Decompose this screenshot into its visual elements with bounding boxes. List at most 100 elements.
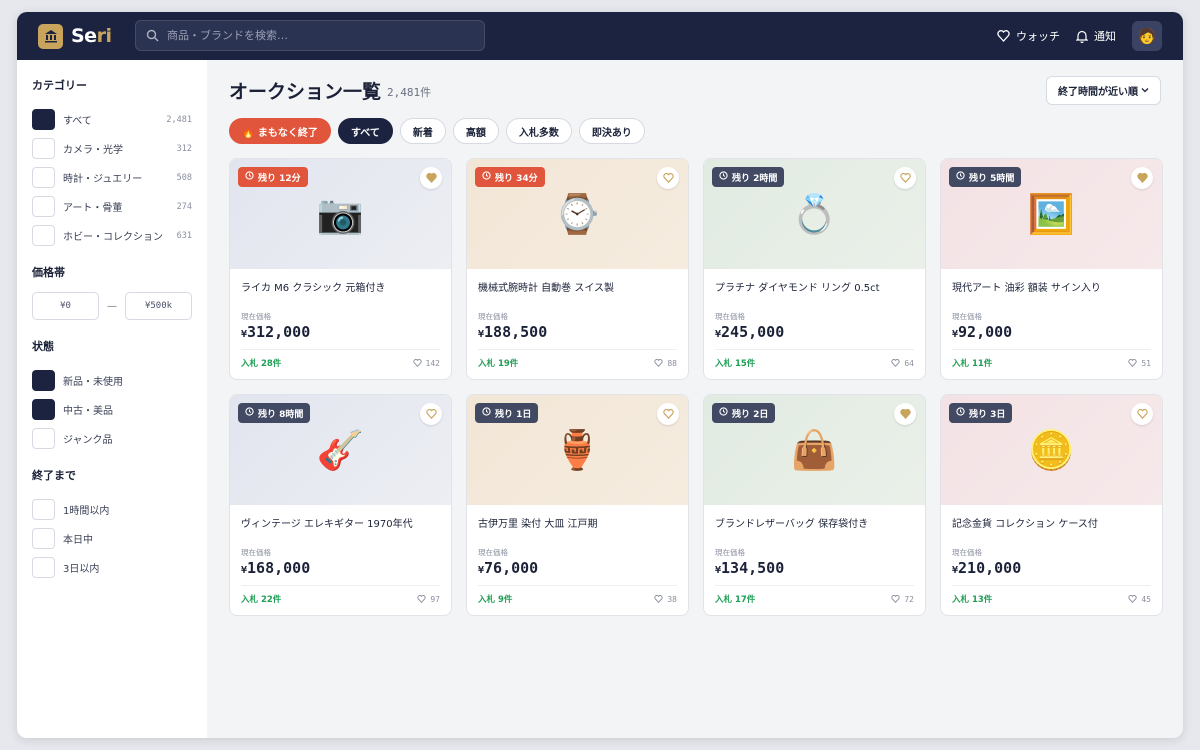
checkbox[interactable] xyxy=(32,428,55,449)
heart-icon xyxy=(899,173,911,183)
favorite-button[interactable] xyxy=(657,403,679,425)
condition-label: 新品・未使用 xyxy=(63,377,123,388)
auction-card[interactable]: 🎸 残り 8時間 ヴィンテージ エレキギター 1970年代 現在価格 ¥168,000 入… xyxy=(229,394,452,616)
condition-option[interactable]: 新品・未使用 xyxy=(32,366,192,395)
filter-chip[interactable]: 新着 xyxy=(399,118,446,144)
auction-card[interactable]: 👜 残り 2日 ブランドレザーバッグ 保存袋付き 現在価格 ¥134,500 入札 17件… xyxy=(703,394,926,616)
watchlist-link[interactable]: ウォッチ xyxy=(997,28,1060,44)
favorite-button[interactable] xyxy=(1131,167,1153,189)
heart-icon xyxy=(1128,595,1138,603)
item-title[interactable]: 現代アート 油彩 額装 サイン入り xyxy=(952,279,1151,309)
item-emoji: 💍 xyxy=(790,191,839,236)
clock-icon xyxy=(719,407,728,419)
checkbox[interactable] xyxy=(32,225,55,246)
category-option[interactable]: すべて 2,481 xyxy=(32,105,192,134)
condition-option[interactable]: 中古・美品 xyxy=(32,395,192,424)
auction-card[interactable]: 🖼️ 残り 5時間 現代アート 油彩 額装 サイン入り 現在価格 ¥92,000 入札 1… xyxy=(940,158,1163,380)
checkbox[interactable] xyxy=(32,196,55,217)
price-label: 現在価格 xyxy=(241,548,271,557)
auction-card[interactable]: 📷 残り 12分 ライカ M6 クラシック 元箱付き 現在価格 ¥312,000 入札 2… xyxy=(229,158,452,380)
category-option[interactable]: 時計・ジュエリー 508 xyxy=(32,163,192,192)
watcher-count: 64 xyxy=(891,359,914,368)
category-option[interactable]: ホビー・コレクション 631 xyxy=(32,221,192,250)
item-image[interactable]: 🎸 残り 8時間 xyxy=(230,395,451,505)
auction-card[interactable]: 🏺 残り 1日 古伊万里 染付 大皿 江戸期 現在価格 ¥76,000 入札 9件 38 xyxy=(466,394,689,616)
filter-chip[interactable]: すべて xyxy=(337,118,393,144)
checkbox[interactable] xyxy=(32,138,55,159)
item-title[interactable]: ヴィンテージ エレキギター 1970年代 xyxy=(241,515,440,545)
auction-card[interactable]: 🪙 残り 3日 記念金貨 コレクション ケース付 現在価格 ¥210,000 入札 13件… xyxy=(940,394,1163,616)
logo[interactable]: Seri xyxy=(38,23,112,49)
favorite-button[interactable] xyxy=(1131,403,1153,425)
filter-chip[interactable]: 入札多数 xyxy=(505,118,572,144)
bid-count: 入札 15件 xyxy=(715,359,756,369)
filter-chip[interactable]: 🔥 まもなく終了 xyxy=(229,118,331,144)
filter-chip[interactable]: 即決あり xyxy=(578,118,645,144)
card-footer: 入札 11件 51 xyxy=(952,350,1151,376)
ending-label: 3日以内 xyxy=(63,564,100,575)
auction-card[interactable]: 💍 残り 2時間 プラチナ ダイヤモンド リング 0.5ct 現在価格 ¥245,000… xyxy=(703,158,926,380)
price-value: 92,000 xyxy=(958,323,1013,341)
checkbox[interactable] xyxy=(32,528,55,549)
item-image[interactable]: 🖼️ 残り 5時間 xyxy=(941,159,1162,269)
bid-count: 入札 28件 xyxy=(241,359,282,369)
category-title: カテゴリー xyxy=(32,79,87,92)
item-title[interactable]: ブランドレザーバッグ 保存袋付き xyxy=(715,515,914,545)
clock-icon xyxy=(956,407,965,419)
ending-option[interactable]: 本日中 xyxy=(32,524,192,553)
checkbox[interactable] xyxy=(32,499,55,520)
search-input[interactable] xyxy=(167,29,467,42)
favorite-button[interactable] xyxy=(657,167,679,189)
item-image[interactable]: ⌚ 残り 34分 xyxy=(467,159,688,269)
ending-option[interactable]: 3日以内 xyxy=(32,553,192,582)
favorite-button[interactable] xyxy=(894,403,916,425)
item-image[interactable]: 🏺 残り 1日 xyxy=(467,395,688,505)
item-title[interactable]: プラチナ ダイヤモンド リング 0.5ct xyxy=(715,279,914,309)
time-left-text: 残り 8時間 xyxy=(258,409,304,420)
item-image[interactable]: 👜 残り 2日 xyxy=(704,395,925,505)
card-footer: 入札 28件 142 xyxy=(241,350,440,376)
sort-dropdown[interactable]: 終了時間が近い順 xyxy=(1046,75,1161,105)
price-label: 現在価格 xyxy=(715,548,745,557)
item-image[interactable]: 💍 残り 2時間 xyxy=(704,159,925,269)
heart-icon xyxy=(662,173,674,183)
checkbox[interactable] xyxy=(32,109,55,130)
avatar[interactable]: 🧑 xyxy=(1132,21,1162,51)
category-option[interactable]: カメラ・光学 312 xyxy=(32,134,192,163)
checkbox[interactable] xyxy=(32,370,55,391)
checkbox[interactable] xyxy=(32,167,55,188)
item-title[interactable]: ライカ M6 クラシック 元箱付き xyxy=(241,279,440,309)
time-left-badge: 残り 5時間 xyxy=(949,167,1022,187)
item-emoji: 📷 xyxy=(316,191,365,236)
auction-card[interactable]: ⌚ 残り 34分 機械式腕時計 自動巻 スイス製 現在価格 ¥188,500 入札 19件… xyxy=(466,158,689,380)
price-max-input[interactable]: ¥500k xyxy=(125,292,192,320)
bid-count: 入札 9件 xyxy=(478,595,513,605)
heart-icon xyxy=(1128,359,1138,367)
favorite-button[interactable] xyxy=(420,167,442,189)
notifications-link[interactable]: 通知 xyxy=(1076,28,1116,44)
filter-chip[interactable]: 高額 xyxy=(452,118,499,144)
category-option[interactable]: アート・骨董 274 xyxy=(32,192,192,221)
checkbox[interactable] xyxy=(32,399,55,420)
item-image[interactable]: 📷 残り 12分 xyxy=(230,159,451,269)
heart-icon xyxy=(654,595,664,603)
watchlist-label: ウォッチ xyxy=(1016,30,1060,43)
item-image[interactable]: 🪙 残り 3日 xyxy=(941,395,1162,505)
favorite-button[interactable] xyxy=(894,167,916,189)
ending-option[interactable]: 1時間以内 xyxy=(32,495,192,524)
favorite-button[interactable] xyxy=(420,403,442,425)
price-min-input[interactable]: ¥0 xyxy=(32,292,99,320)
price-value: 134,500 xyxy=(721,559,785,577)
watcher-count: 97 xyxy=(417,595,440,604)
condition-option[interactable]: ジャンク品 xyxy=(32,424,192,453)
current-price: ¥168,000 xyxy=(241,559,440,586)
notifications-label: 通知 xyxy=(1094,30,1116,43)
price-range-title: 価格帯 xyxy=(32,266,65,279)
checkbox[interactable] xyxy=(32,557,55,578)
current-price: ¥76,000 xyxy=(478,559,677,586)
card-body: プラチナ ダイヤモンド リング 0.5ct 現在価格 ¥245,000 入札 15件 6… xyxy=(704,269,925,376)
search-bar[interactable] xyxy=(135,20,485,51)
item-title[interactable]: 機械式腕時計 自動巻 スイス製 xyxy=(478,279,677,309)
item-title[interactable]: 古伊万里 染付 大皿 江戸期 xyxy=(478,515,677,545)
item-title[interactable]: 記念金貨 コレクション ケース付 xyxy=(952,515,1151,545)
